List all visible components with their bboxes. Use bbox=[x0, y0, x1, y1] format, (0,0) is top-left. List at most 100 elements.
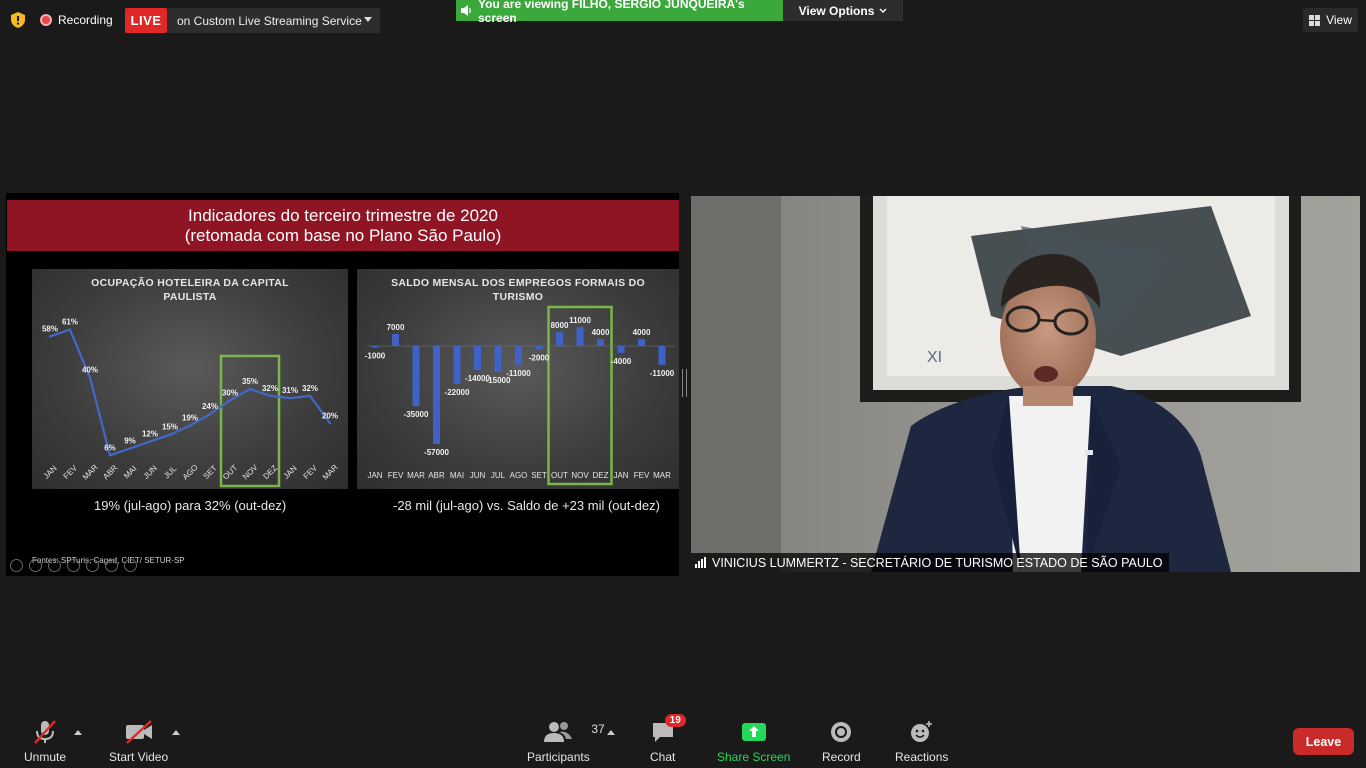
data-point bbox=[188, 424, 192, 427]
live-service-label: on Custom Live Streaming Service bbox=[177, 13, 362, 28]
video-off-icon bbox=[124, 720, 154, 744]
live-badge[interactable]: LIVE bbox=[125, 8, 167, 33]
slide-more-icon[interactable] bbox=[124, 559, 137, 572]
tick-label: NOV bbox=[571, 471, 589, 480]
start-video-button[interactable]: Start Video bbox=[109, 720, 168, 764]
participants-icon: 37 bbox=[544, 720, 605, 744]
bar bbox=[658, 346, 666, 365]
speaker-icon bbox=[461, 5, 471, 16]
bar bbox=[371, 346, 379, 348]
bar bbox=[535, 346, 543, 350]
participants-options-caret[interactable] bbox=[607, 730, 615, 735]
data-label: 20% bbox=[322, 411, 338, 420]
grid-view-icon bbox=[1309, 14, 1321, 26]
tick-label: FEV bbox=[302, 463, 320, 481]
bar bbox=[597, 339, 604, 346]
chevron-down-icon bbox=[364, 17, 372, 22]
shared-screen: Indicadores do terceiro trimestre de 202… bbox=[6, 193, 679, 576]
slide-pages-icon[interactable] bbox=[67, 559, 80, 572]
data-label: 24% bbox=[202, 402, 218, 411]
participant-name-tag: VINICIUS LUMMERTZ - SECRETÁRIO DE TURISM… bbox=[691, 553, 1169, 572]
tick-label: JAN bbox=[282, 464, 299, 481]
security-shield-icon[interactable] bbox=[11, 12, 25, 28]
data-label: 9% bbox=[124, 436, 136, 445]
tick-label: MAR bbox=[321, 463, 340, 482]
splitter-handle[interactable] bbox=[682, 369, 687, 397]
bar bbox=[617, 346, 625, 353]
bar bbox=[638, 339, 645, 346]
view-options-label: View Options bbox=[798, 3, 875, 18]
share-screen-button[interactable]: Share Screen bbox=[717, 720, 790, 764]
view-layout-button[interactable]: View bbox=[1303, 8, 1358, 32]
tick-label: JAN bbox=[367, 471, 382, 480]
chart-title-line2: TURISMO bbox=[492, 291, 544, 303]
record-icon bbox=[830, 720, 852, 744]
tick-label: DEZ bbox=[261, 463, 279, 481]
chat-button[interactable]: 19 Chat bbox=[650, 714, 686, 764]
tick-label: FEV bbox=[634, 471, 650, 480]
tick-label: ABR bbox=[428, 471, 445, 480]
slide-title: Indicadores do terceiro trimestre de 202… bbox=[7, 200, 679, 251]
participant-video[interactable]: XI bbox=[691, 196, 1360, 572]
slide-subtitles-icon[interactable] bbox=[105, 559, 118, 572]
slide-zoom-icon[interactable] bbox=[86, 559, 99, 572]
data-label: 15% bbox=[162, 423, 178, 432]
video-frame: XI bbox=[691, 196, 1360, 572]
bar bbox=[433, 346, 440, 444]
data-label: -22000 bbox=[445, 388, 470, 397]
start-video-label: Start Video bbox=[109, 750, 169, 764]
tick-label: MAI bbox=[450, 471, 464, 480]
chart-title-line2: PAULISTA bbox=[163, 291, 217, 303]
data-point bbox=[328, 422, 332, 425]
tick-label: ABR bbox=[101, 463, 119, 481]
slide-next-icon[interactable] bbox=[29, 559, 42, 572]
data-label: -2000 bbox=[529, 353, 550, 362]
leave-button[interactable]: Leave bbox=[1293, 728, 1354, 755]
participants-count: 37 bbox=[591, 722, 605, 736]
reactions-label: Reactions bbox=[895, 750, 949, 764]
data-label: 31% bbox=[282, 386, 298, 395]
data-label: 11000 bbox=[569, 316, 591, 325]
muted-mic-icon bbox=[32, 720, 58, 744]
record-button[interactable]: Record bbox=[822, 720, 861, 764]
data-point bbox=[268, 394, 272, 398]
slide-pen-icon[interactable] bbox=[48, 559, 61, 572]
reactions-button[interactable]: Reactions bbox=[895, 720, 948, 764]
recording-label: Recording bbox=[58, 13, 113, 27]
data-point bbox=[128, 447, 132, 450]
tick-label: MAR bbox=[407, 471, 425, 480]
data-label: 19% bbox=[182, 414, 198, 423]
caption-left: 19% (jul-ago) para 32% (out-dez) bbox=[94, 498, 287, 513]
audio-options-caret[interactable] bbox=[74, 730, 82, 735]
recording-dot-icon bbox=[40, 14, 52, 26]
chart-title-line1: OCUPAÇÃO HOTELEIRA DA CAPITAL bbox=[91, 277, 289, 289]
data-label: -35000 bbox=[404, 410, 429, 419]
data-point bbox=[168, 433, 172, 436]
viewing-text: You are viewing FILHO, SERGIO JUNQUEIRA'… bbox=[478, 0, 745, 25]
bar bbox=[556, 332, 563, 346]
svg-text:XI: XI bbox=[927, 349, 942, 366]
tick-label: FEV bbox=[388, 471, 404, 480]
view-options-button[interactable]: View Options bbox=[783, 0, 903, 21]
reactions-icon bbox=[910, 720, 934, 744]
data-point bbox=[48, 335, 52, 338]
data-label: -11000 bbox=[506, 369, 531, 378]
unmute-button[interactable]: Unmute bbox=[24, 720, 66, 764]
chevron-down-icon bbox=[879, 8, 887, 13]
chart-title: SALDO MENSAL DOS EMPREGOS FORMAIS DO TUR… bbox=[357, 276, 679, 304]
tick-label: JAN bbox=[613, 471, 628, 480]
data-label: 4000 bbox=[633, 328, 651, 337]
live-service-dropdown[interactable]: on Custom Live Streaming Service bbox=[167, 8, 380, 33]
data-point bbox=[288, 396, 292, 400]
participants-button[interactable]: 37 Participants bbox=[527, 720, 605, 764]
share-screen-label: Share Screen bbox=[717, 750, 791, 764]
tick-label: JUN bbox=[470, 471, 486, 480]
hotel-occupancy-chart-panel: OCUPAÇÃO HOTELEIRA DA CAPITAL PAULISTA 5… bbox=[32, 269, 348, 489]
data-point bbox=[248, 387, 252, 391]
slide-prev-icon[interactable] bbox=[10, 559, 23, 572]
tick-label: MAR bbox=[653, 471, 671, 480]
recording-indicator[interactable]: Recording bbox=[40, 8, 113, 32]
view-label: View bbox=[1326, 13, 1352, 27]
data-point bbox=[208, 412, 212, 416]
video-options-caret[interactable] bbox=[172, 730, 180, 735]
